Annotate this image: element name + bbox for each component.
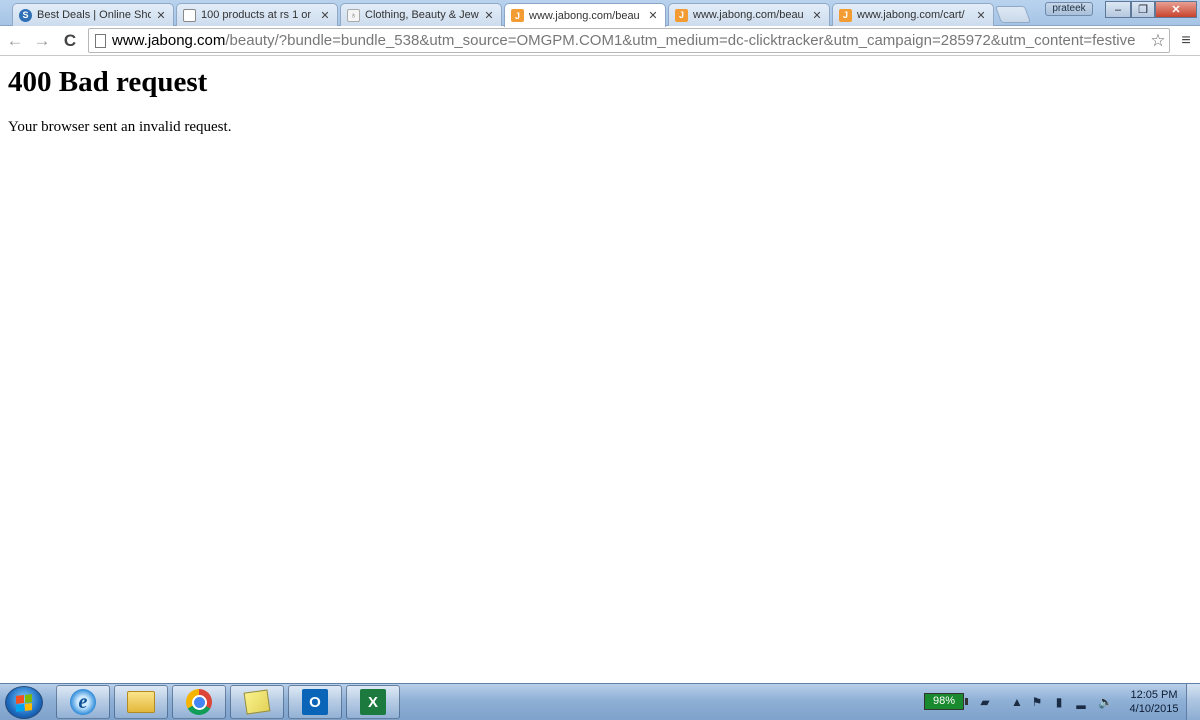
tab-title: www.jabong.com/cart/ xyxy=(857,9,965,21)
error-message: Your browser sent an invalid request. xyxy=(8,119,232,135)
outlook-icon: O xyxy=(302,689,328,715)
windows-taskbar: e O X 98% ▰ ▲ ⚑ ▮ ▂ 🔈 12:05 PM 4/10/2015 xyxy=(0,683,1200,720)
windows-logo-icon xyxy=(16,693,32,712)
clock-date: 4/10/2015 xyxy=(1129,703,1179,715)
jabong-j-icon: J xyxy=(675,8,688,22)
shopping-bag-icon: ♁ xyxy=(347,8,360,22)
folder-icon xyxy=(127,691,155,713)
maximize-button[interactable]: ❐ xyxy=(1131,1,1155,18)
show-desktop-button[interactable] xyxy=(1186,684,1200,720)
tab-title: www.jabong.com/beau xyxy=(693,9,804,21)
minimize-button[interactable]: – xyxy=(1105,1,1131,18)
close-icon[interactable]: ✕ xyxy=(811,9,823,22)
tab-title: Clothing, Beauty & Jew xyxy=(365,9,479,21)
tab-jabong-beauty-2[interactable]: J www.jabong.com/beau ✕ xyxy=(668,3,830,26)
clock[interactable]: 12:05 PM 4/10/2015 xyxy=(1124,688,1184,716)
show-hidden-icons-icon[interactable]: ▲ xyxy=(1010,695,1024,709)
sticky-notes-icon xyxy=(243,689,271,715)
tab-title: 100 products at rs 1 or xyxy=(201,9,312,21)
taskbar-excel[interactable]: X xyxy=(346,685,400,719)
tab-title: Best Deals | Online Sho xyxy=(37,9,151,21)
battery-indicator[interactable]: 98% xyxy=(924,693,968,710)
start-button[interactable] xyxy=(5,686,43,719)
back-button[interactable]: ← xyxy=(4,30,26,52)
tab-strip: S Best Deals | Online Sho ✕ 100 products… xyxy=(0,0,1200,27)
tab-jabong-cart[interactable]: J www.jabong.com/cart/ ✕ xyxy=(832,3,994,26)
close-icon[interactable]: ✕ xyxy=(155,9,167,22)
close-icon[interactable]: ✕ xyxy=(647,9,659,22)
action-center-flag-icon[interactable]: ⚑ xyxy=(1030,695,1044,709)
clock-time: 12:05 PM xyxy=(1130,689,1178,701)
tab-100-products[interactable]: 100 products at rs 1 or ✕ xyxy=(176,3,338,26)
browser-toolbar: ← → C www.jabong.com/beauty/?bundle=bund… xyxy=(0,26,1200,56)
taskbar-internet-explorer[interactable]: e xyxy=(56,685,110,719)
tab-title: www.jabong.com/beau xyxy=(529,9,640,22)
system-tray: 98% ▰ ▲ ⚑ ▮ ▂ 🔈 12:05 PM 4/10/2015 xyxy=(920,684,1200,720)
power-plug-icon[interactable]: ▰ xyxy=(978,695,992,709)
power-icon[interactable]: ▮ xyxy=(1052,695,1066,709)
taskbar-sticky-notes[interactable] xyxy=(230,685,284,719)
taskbar-chrome[interactable] xyxy=(172,685,226,719)
network-signal-icon[interactable]: ▂ xyxy=(1074,695,1088,709)
forward-button[interactable]: → xyxy=(31,30,53,52)
address-bar[interactable]: www.jabong.com/beauty/?bundle=bundle_538… xyxy=(88,28,1170,53)
chrome-icon xyxy=(186,689,212,715)
tab-clothing-beauty[interactable]: ♁ Clothing, Beauty & Jew ✕ xyxy=(340,3,502,26)
internet-explorer-icon: e xyxy=(70,689,96,715)
close-window-button[interactable]: ✕ xyxy=(1155,1,1197,18)
close-icon[interactable]: ✕ xyxy=(975,9,987,22)
blue-circle-s-icon: S xyxy=(19,8,32,22)
page-icon xyxy=(95,33,106,48)
tab-best-deals[interactable]: S Best Deals | Online Sho ✕ xyxy=(12,3,174,26)
jabong-j-icon: J xyxy=(839,8,852,22)
url-text[interactable]: www.jabong.com/beauty/?bundle=bundle_538… xyxy=(112,32,1147,49)
tab-jabong-beauty-active[interactable]: J www.jabong.com/beau ✕ xyxy=(504,3,666,27)
page-content: 400 Bad request Your browser sent an inv… xyxy=(0,57,1200,683)
document-icon xyxy=(183,8,196,22)
reload-button[interactable]: C xyxy=(59,30,81,52)
volume-muted-icon[interactable]: 🔈 xyxy=(1098,695,1113,709)
close-icon[interactable]: ✕ xyxy=(483,9,495,22)
excel-icon: X xyxy=(360,689,386,715)
profile-button[interactable]: prateek xyxy=(1045,2,1093,16)
new-tab-button[interactable] xyxy=(994,6,1032,23)
jabong-j-icon: J xyxy=(511,9,524,22)
taskbar-outlook[interactable]: O xyxy=(288,685,342,719)
chrome-menu-button[interactable]: ≡ xyxy=(1176,31,1196,51)
bookmark-star-icon[interactable]: ☆ xyxy=(1147,31,1169,51)
page-title: 400 Bad request xyxy=(8,66,208,98)
close-icon[interactable]: ✕ xyxy=(319,9,331,22)
taskbar-file-explorer[interactable] xyxy=(114,685,168,719)
